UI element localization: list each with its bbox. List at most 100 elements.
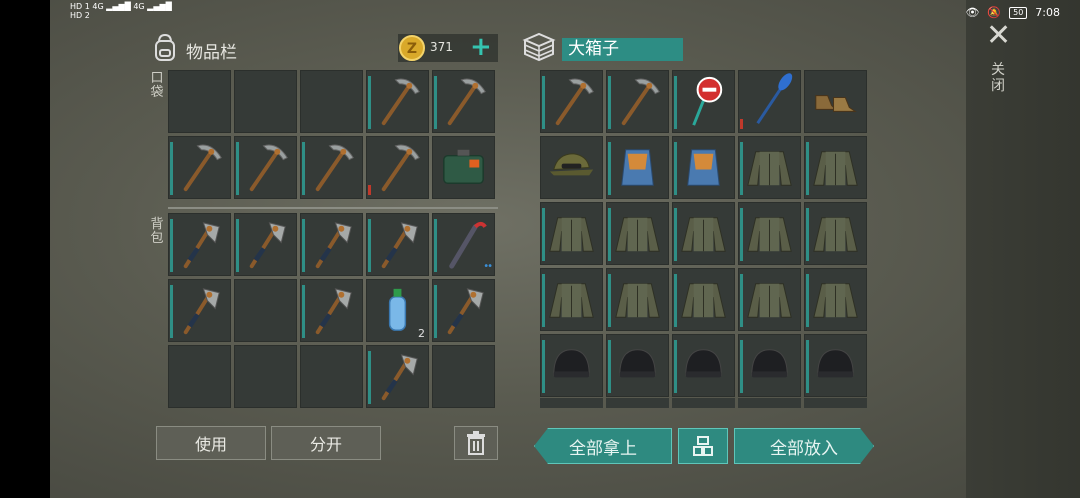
pocket-slot[interactable]: [168, 70, 231, 133]
backpack-slot[interactable]: [168, 279, 231, 342]
backpack-slot[interactable]: [366, 345, 429, 408]
pocket-slot[interactable]: [234, 136, 297, 199]
pickaxe-icon: [381, 144, 420, 192]
pocket-grid: [168, 70, 495, 199]
pickaxe-icon: [249, 144, 288, 192]
chest-slot[interactable]: [738, 268, 801, 331]
grid-sort-icon: [693, 436, 713, 456]
backpack-slot[interactable]: ••: [432, 213, 495, 276]
jacket-icon: [615, 217, 660, 252]
jacket-icon: [549, 283, 594, 318]
chest-slot[interactable]: [540, 202, 603, 265]
chest-title: 大箱子: [562, 38, 683, 61]
pocket-slot[interactable]: [300, 70, 363, 133]
left-letterbox: [0, 0, 50, 498]
signal-line-1: HD 1 4G ▂▄▆█ 4G ▂▄▆█: [70, 2, 172, 11]
jacket-icon: [813, 217, 858, 252]
axe-icon: [249, 222, 286, 269]
axe-icon: [381, 222, 418, 269]
chest-slot[interactable]: [804, 202, 867, 265]
vest-icon: [621, 149, 654, 186]
chest-slot[interactable]: [738, 334, 801, 397]
pocket-slot[interactable]: [366, 136, 429, 199]
chest-slot[interactable]: [606, 202, 669, 265]
chest-slot[interactable]: [606, 268, 669, 331]
vest-icon: [687, 149, 720, 186]
chest-slot[interactable]: [672, 268, 735, 331]
jacket-icon: [615, 283, 660, 318]
add-coins-button[interactable]: +: [470, 32, 492, 62]
backpack-slot[interactable]: [234, 213, 297, 276]
chest-slot[interactable]: [804, 268, 867, 331]
beanie-icon: [751, 349, 788, 378]
backpack-slot[interactable]: [234, 279, 297, 342]
pocket-label: 口袋: [150, 71, 164, 100]
backpack-slot[interactable]: 2: [366, 279, 429, 342]
chest-slot[interactable]: [672, 202, 735, 265]
backpack-slot[interactable]: [234, 345, 297, 408]
trash-button[interactable]: [454, 426, 498, 460]
pickaxe-icon: [315, 144, 354, 192]
chest-slot[interactable]: [540, 70, 603, 133]
chest-slot[interactable]: [540, 136, 603, 199]
backpack-slot[interactable]: [300, 345, 363, 408]
inventory-title: 物品栏: [186, 43, 237, 63]
jacket-icon: [681, 217, 726, 252]
chest-slot[interactable]: [606, 334, 669, 397]
chest-slot[interactable]: [672, 334, 735, 397]
pickaxe-icon: [621, 78, 660, 126]
pocket-slot[interactable]: [300, 136, 363, 199]
chest-grid-peek: [540, 398, 867, 408]
chest-slot[interactable]: [672, 70, 735, 133]
use-button[interactable]: 使用: [156, 426, 266, 460]
close-icon[interactable]: ✕: [986, 21, 1011, 51]
pocket-slot[interactable]: [432, 136, 495, 199]
chest-slot[interactable]: [606, 70, 669, 133]
sort-button[interactable]: [678, 428, 728, 464]
chest-slot[interactable]: [738, 70, 801, 133]
pocket-backpack-divider: [168, 207, 498, 209]
svg-text:Z: Z: [407, 41, 417, 57]
beanie-icon: [817, 349, 854, 378]
backpack-icon: [155, 33, 175, 61]
put-all-button[interactable]: 全部放入: [734, 428, 874, 464]
close-label[interactable]: 关闭: [990, 62, 1006, 94]
axe-icon: [381, 354, 418, 401]
pickaxe-icon: [381, 78, 420, 126]
chest-slot[interactable]: [540, 334, 603, 397]
chest-slot[interactable]: [804, 70, 867, 133]
chest-slot[interactable]: [606, 136, 669, 199]
pocket-slot[interactable]: [432, 70, 495, 133]
medkit-icon: [443, 149, 484, 184]
backpack-slot[interactable]: [168, 213, 231, 276]
sign-icon: [692, 76, 723, 126]
battery-icon: 50: [1009, 6, 1028, 19]
clock: 7:08: [1035, 6, 1060, 19]
beanie-icon: [685, 349, 722, 378]
backpack-slot[interactable]: [432, 279, 495, 342]
chest-slot[interactable]: [738, 202, 801, 265]
backpack-slot[interactable]: [432, 345, 495, 408]
axe-icon: [447, 288, 484, 335]
chest-slot[interactable]: [804, 334, 867, 397]
coin-amount: 371: [430, 40, 453, 54]
pocket-slot[interactable]: [366, 70, 429, 133]
backpack-slot[interactable]: [366, 213, 429, 276]
backpack-slot[interactable]: [168, 345, 231, 408]
axe-icon: [315, 288, 352, 335]
backpack-slot[interactable]: [300, 279, 363, 342]
chest-icon: [522, 32, 556, 62]
coin-counter: Z 371 +: [398, 32, 498, 62]
chest-slot[interactable]: [804, 136, 867, 199]
chest-slot[interactable]: [738, 136, 801, 199]
take-all-button[interactable]: 全部拿上: [534, 428, 672, 464]
jacket-icon: [747, 283, 792, 318]
axe-icon: [183, 222, 220, 269]
pocket-slot[interactable]: [168, 136, 231, 199]
split-button[interactable]: 分开: [271, 426, 381, 460]
backpack-label: 背包: [150, 217, 164, 246]
pocket-slot[interactable]: [234, 70, 297, 133]
chest-slot[interactable]: [540, 268, 603, 331]
chest-slot[interactable]: [672, 136, 735, 199]
backpack-slot[interactable]: [300, 213, 363, 276]
